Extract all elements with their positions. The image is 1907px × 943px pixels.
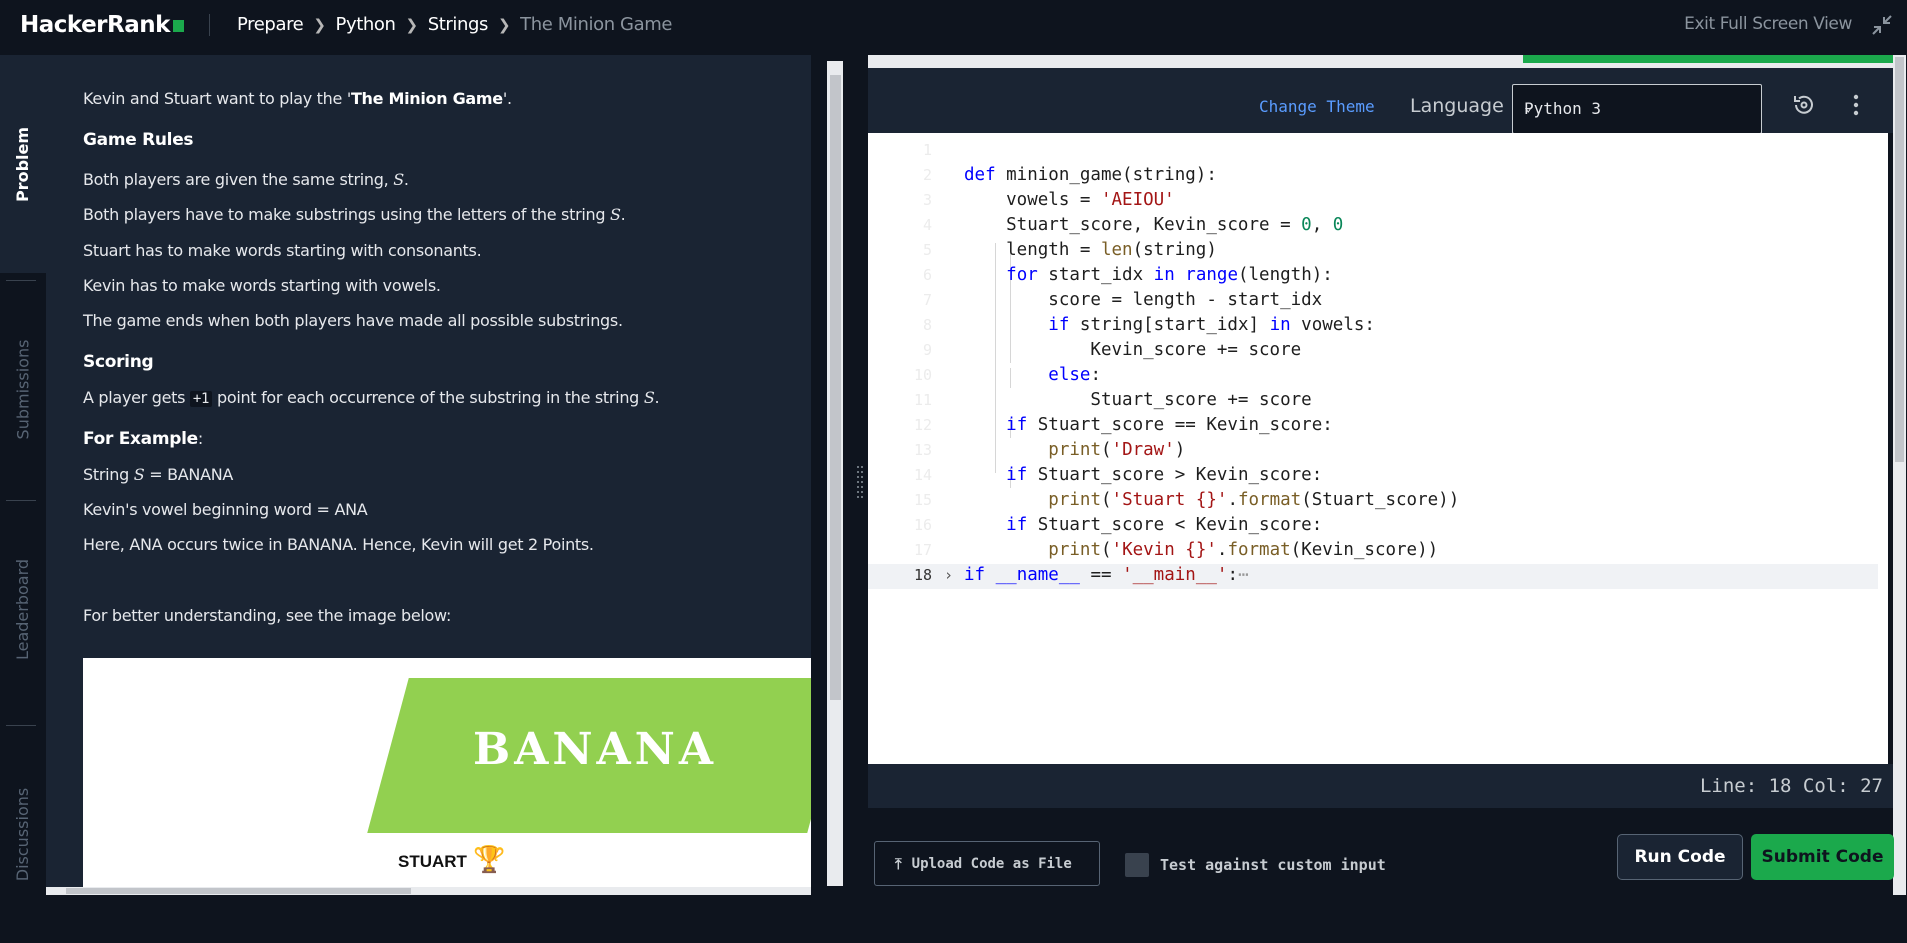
problem-horizontal-scrollbar[interactable] bbox=[46, 887, 811, 895]
code-line-10: 10 else: bbox=[913, 365, 1101, 385]
tab-submissions[interactable]: Submissions bbox=[0, 280, 46, 498]
custom-input-checkbox[interactable] bbox=[1125, 853, 1149, 877]
editor-progress-bar bbox=[1523, 55, 1893, 63]
code-line-17: 17 print('Kevin {}'.format(Kevin_score)) bbox=[913, 540, 1439, 560]
exit-fullscreen-link[interactable]: Exit Full Screen View bbox=[1684, 14, 1852, 34]
example-heading: For Example: bbox=[83, 429, 203, 449]
header-divider bbox=[209, 14, 210, 36]
code-line-5: 5 length = len(string) bbox=[922, 240, 1217, 260]
code-line-7: 7 score = length - start_idx bbox=[922, 290, 1323, 310]
editor-scroll-thumb[interactable] bbox=[1895, 57, 1904, 462]
chevron-right-icon: ❯ bbox=[498, 15, 511, 34]
breadcrumb: Prepare ❯ Python ❯ Strings ❯ The Minion … bbox=[237, 14, 672, 35]
collapse-icon[interactable] bbox=[1871, 14, 1893, 36]
chevron-down-icon: ⌄ bbox=[1524, 99, 1533, 115]
stuart-label: STUART bbox=[398, 852, 467, 871]
scoring-text: A player gets +1 point for each occurren… bbox=[83, 388, 660, 407]
submit-code-button[interactable]: Submit Code bbox=[1751, 834, 1894, 880]
rule-4: Kevin has to make words starting with vo… bbox=[83, 276, 441, 295]
breadcrumb-current: The Minion Game bbox=[520, 14, 673, 35]
rules-heading: Game Rules bbox=[83, 130, 194, 150]
chevron-right-icon: ❯ bbox=[313, 15, 326, 34]
top-bar: HackerRank Prepare ❯ Python ❯ Strings ❯ … bbox=[0, 0, 1907, 55]
code-line-6: 6 for start_idx in range(length): bbox=[922, 265, 1333, 285]
code-line-8: 8 if string[start_idx] in vowels: bbox=[922, 315, 1375, 335]
example-line-2: Kevin's vowel beginning word = ANA bbox=[83, 500, 368, 519]
code-editor[interactable]: 1 2 def minion_game(string): 3 vowels = '… bbox=[868, 133, 1888, 764]
run-code-button[interactable]: Run Code bbox=[1617, 834, 1743, 880]
code-line-18: 18 › if __name__ == '__main__':⋯ bbox=[868, 564, 1878, 589]
code-line-4: 4 Stuart_score, Kevin_score = 0, 0 bbox=[922, 215, 1344, 235]
hackerrank-logo[interactable]: HackerRank bbox=[20, 12, 184, 38]
upload-label: Upload Code as File bbox=[911, 855, 1072, 872]
code-line-14: 14 if Stuart_score > Kevin_score: bbox=[913, 465, 1323, 485]
breadcrumb-strings[interactable]: Strings bbox=[428, 14, 489, 35]
example-line-3: Here, ANA occurs twice in BANANA. Hence,… bbox=[83, 535, 594, 554]
tab-discussions[interactable]: Discussions bbox=[0, 725, 46, 943]
understanding-text: For better understanding, see the image … bbox=[83, 606, 452, 625]
editor-toolbar: Change Theme Language Python 3 ⌄ bbox=[868, 68, 1893, 134]
code-line-11: 11 Stuart_score += score bbox=[913, 390, 1312, 410]
panel-resize-handle[interactable] bbox=[853, 55, 868, 895]
rule-5: The game ends when both players have mad… bbox=[83, 311, 623, 330]
intro-text: Kevin and Stuart want to play the 'The M… bbox=[83, 89, 512, 108]
editor-panel: Change Theme Language Python 3 ⌄ 1 2 def … bbox=[868, 55, 1906, 895]
code-line-15: 15 print('Stuart {}'.format(Stuart_score… bbox=[913, 490, 1460, 510]
more-options-icon[interactable] bbox=[1846, 92, 1866, 118]
tab-problem[interactable]: Problem bbox=[0, 55, 46, 273]
rule-3: Stuart has to make words starting with c… bbox=[83, 241, 482, 260]
reset-code-icon[interactable] bbox=[1791, 92, 1817, 118]
code-line-3: 3 vowels = 'AEIOU' bbox=[922, 190, 1175, 210]
language-select[interactable]: Python 3 ⌄ bbox=[1512, 84, 1762, 134]
code-line-9: 9 Kevin_score += score bbox=[922, 340, 1302, 360]
side-nav: Problem Submissions Leaderboard Discussi… bbox=[0, 55, 46, 895]
upload-code-button[interactable]: ⤒ Upload Code as File bbox=[874, 841, 1100, 886]
scroll-thumb[interactable] bbox=[830, 75, 841, 700]
rule-2: Both players have to make substrings usi… bbox=[83, 205, 626, 224]
code-line-13: 13 print('Draw') bbox=[913, 440, 1186, 460]
horizontal-scroll-thumb[interactable] bbox=[66, 888, 411, 894]
problem-scrollbar[interactable] bbox=[811, 55, 853, 895]
logo-square-icon bbox=[172, 20, 184, 32]
code-line-2: 2 def minion_game(string): bbox=[922, 165, 1217, 185]
drag-grip-icon bbox=[856, 463, 864, 503]
tab-leaderboard[interactable]: Leaderboard bbox=[0, 500, 46, 718]
example-line-1: String S = BANANA bbox=[83, 465, 234, 484]
chevron-right-icon: ❯ bbox=[405, 15, 419, 34]
code-line-1: 1 bbox=[922, 141, 932, 159]
cursor-position: Line: 18 Col: 27 bbox=[1699, 775, 1883, 797]
breadcrumb-python[interactable]: Python bbox=[336, 14, 396, 35]
breadcrumb-prepare[interactable]: Prepare bbox=[237, 14, 304, 35]
language-label: Language bbox=[1410, 95, 1504, 117]
code-line-16: 16 if Stuart_score < Kevin_score: bbox=[913, 515, 1323, 535]
trophy-icon: 🏆 bbox=[473, 844, 506, 874]
rule-1: Both players are given the same string, … bbox=[83, 170, 409, 189]
code-line-12: 12 if Stuart_score == Kevin_score: bbox=[913, 415, 1333, 435]
scoring-heading: Scoring bbox=[83, 352, 154, 372]
editor-status-bar: Line: 18 Col: 27 bbox=[868, 764, 1893, 808]
fold-chevron-icon[interactable]: › bbox=[944, 566, 953, 584]
upload-icon: ⤒ bbox=[895, 854, 902, 873]
banana-illustration: BANANA STUART 🏆 bbox=[83, 658, 811, 888]
change-theme-link[interactable]: Change Theme bbox=[1259, 97, 1375, 116]
custom-input-label[interactable]: Test against custom input bbox=[1160, 856, 1386, 874]
banana-word: BANANA bbox=[473, 724, 718, 775]
